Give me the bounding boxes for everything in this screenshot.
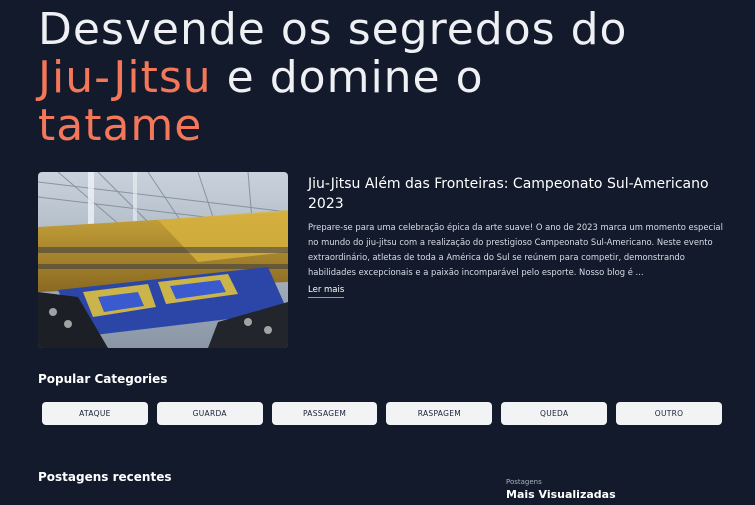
category-button-outro[interactable]: OUTRO: [616, 402, 722, 425]
featured-post-excerpt: Prepare-se para uma celebração épica da …: [308, 222, 723, 277]
category-list: ATAQUE GUARDA PASSAGEM RASPAGEM QUEDA OU…: [42, 402, 722, 425]
read-more-link[interactable]: Ler mais: [308, 285, 345, 298]
featured-post-image[interactable]: [38, 172, 288, 348]
category-button-raspagem[interactable]: RASPAGEM: [386, 402, 493, 425]
most-viewed-label: Postagens: [506, 478, 542, 486]
most-viewed-heading: Mais Visualizadas: [506, 488, 616, 501]
categories-heading: Popular Categories: [38, 372, 168, 386]
hero-accent-jiujitsu: Jiu-Jitsu: [38, 52, 212, 103]
category-button-guarda[interactable]: GUARDA: [156, 402, 263, 425]
category-button-passagem[interactable]: PASSAGEM: [271, 402, 378, 425]
featured-post-title[interactable]: Jiu-Jitsu Além das Fronteiras: Campeonat…: [308, 174, 728, 214]
category-button-queda[interactable]: QUEDA: [501, 402, 608, 425]
hero-title: Desvende os segredos do Jiu-Jitsu e domi…: [38, 6, 738, 150]
category-button-ataque[interactable]: ATAQUE: [42, 402, 148, 425]
hero-accent-tatame: tatame: [38, 100, 203, 151]
recent-posts-heading: Postagens recentes: [38, 470, 172, 484]
hero-middle: e domine o: [211, 52, 484, 103]
hero-line1: Desvende os segredos do: [38, 4, 628, 55]
